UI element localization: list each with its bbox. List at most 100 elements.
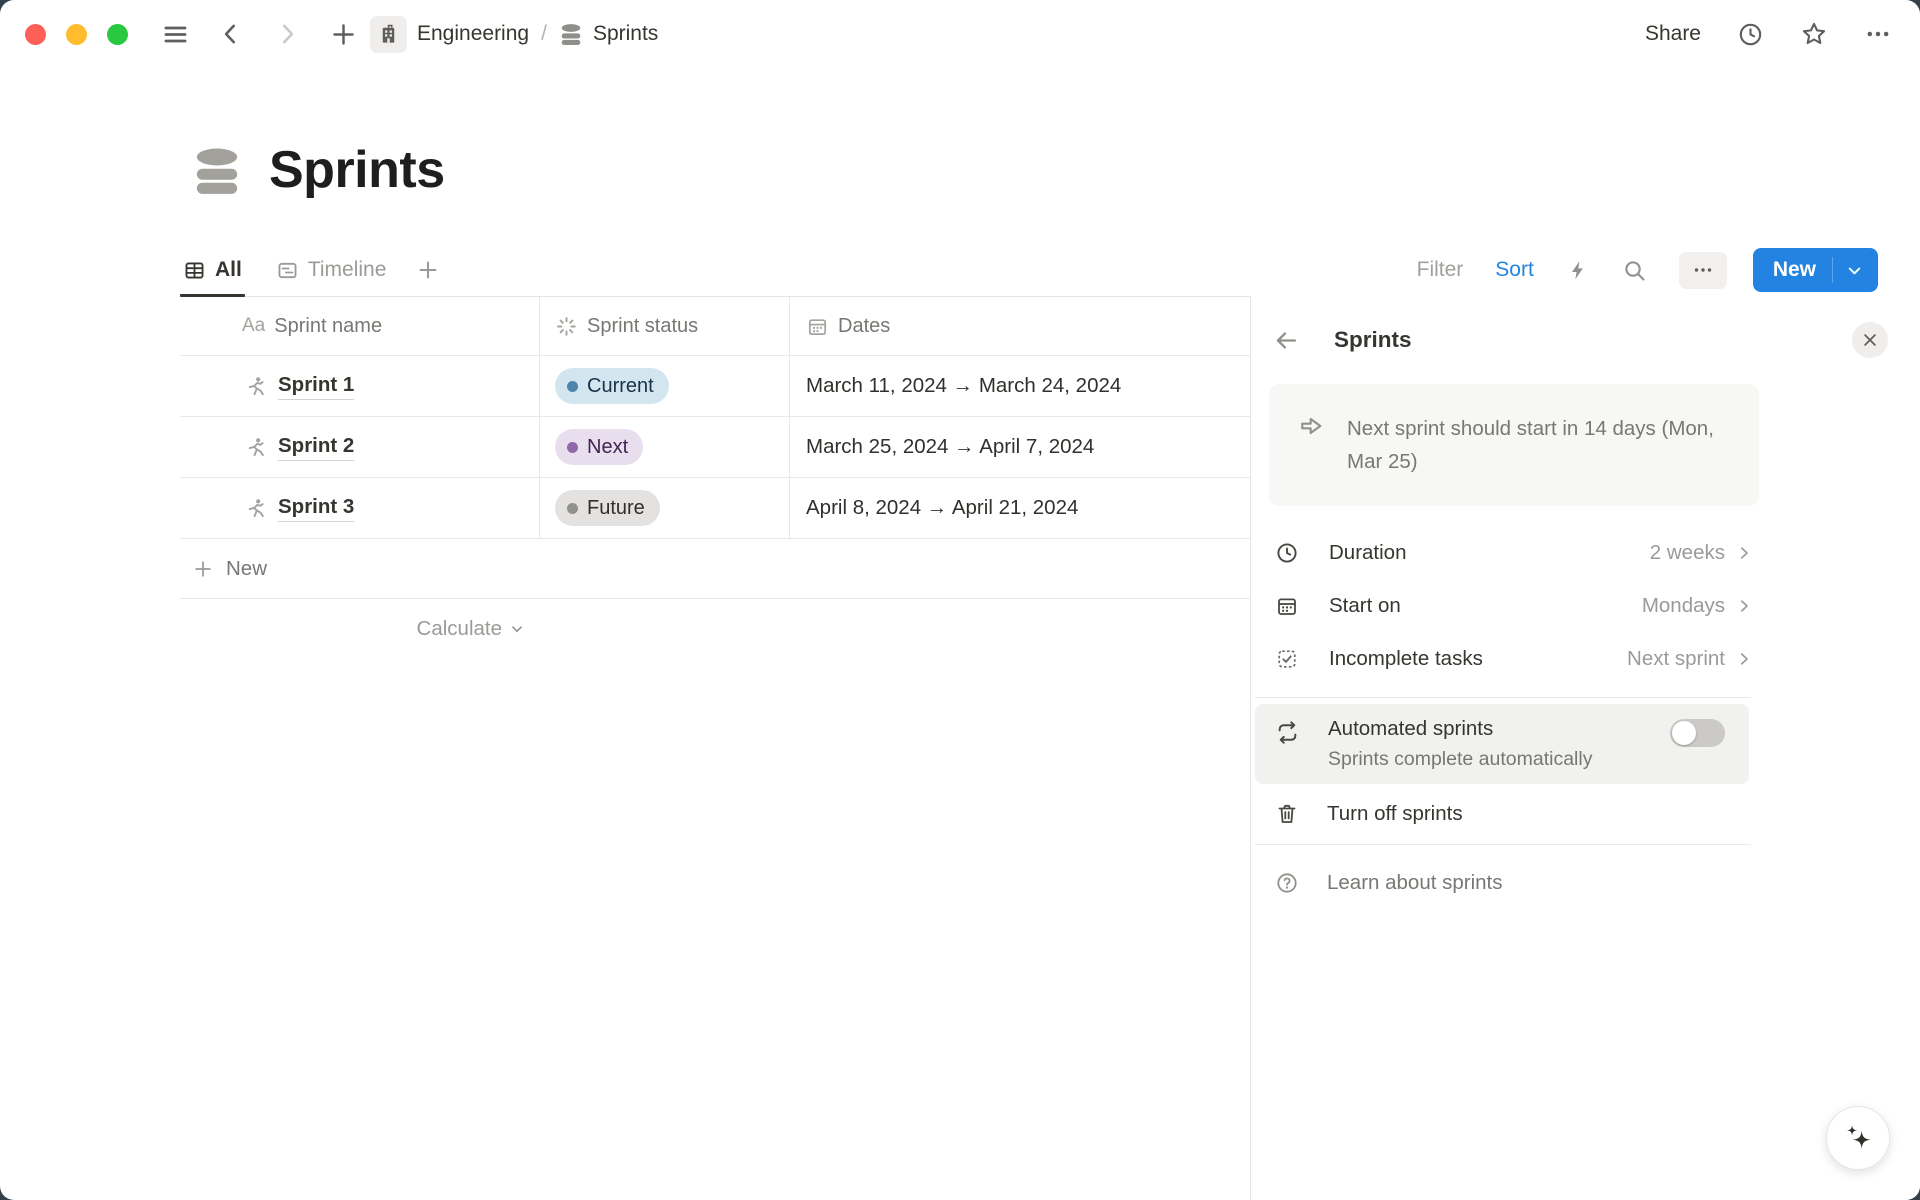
cell-sprint-name[interactable]: Sprint 3 <box>180 478 540 538</box>
notion-ai-button[interactable] <box>1826 1106 1890 1170</box>
toolbar: Engineering / Sprints Share <box>0 0 1920 68</box>
sprint-page-link[interactable]: Sprint 1 <box>278 373 354 400</box>
more-menu-button[interactable] <box>1864 20 1892 48</box>
cell-dates[interactable]: April 8, 2024 → April 21, 2024 <box>790 478 1250 538</box>
chevron-right-icon <box>274 21 300 47</box>
automated-sprints-toggle[interactable] <box>1670 719 1725 747</box>
new-button-dropdown[interactable] <box>1833 261 1878 280</box>
turn-off-sprints-button[interactable]: Turn off sprints <box>1255 784 1749 844</box>
chevron-right-icon <box>1735 544 1753 562</box>
property-incomplete-tasks[interactable]: Incomplete tasks Next sprint <box>1269 632 1763 685</box>
building-icon <box>377 23 400 46</box>
sprint-page-link[interactable]: Sprint 2 <box>278 434 354 461</box>
view-bar: All Timeline Filter Sort New <box>180 244 1878 297</box>
favorite-button[interactable] <box>1800 20 1828 48</box>
sprint-page-link[interactable]: Sprint 3 <box>278 495 354 522</box>
cell-sprint-status[interactable]: Next <box>540 417 790 477</box>
start-on-value: Mondays <box>1642 594 1725 618</box>
cell-sprint-name[interactable]: Sprint 1 <box>180 356 540 416</box>
status-property-icon <box>555 315 578 338</box>
search-icon <box>1622 258 1647 283</box>
breadcrumb-workspace[interactable]: Engineering <box>417 22 529 46</box>
cell-sprint-name[interactable]: Sprint 2 <box>180 417 540 477</box>
column-header-sprint-name[interactable]: Aa Sprint name <box>180 297 540 355</box>
new-button[interactable]: New <box>1753 248 1878 292</box>
close-window-button[interactable] <box>25 24 46 45</box>
status-dot-icon <box>567 442 578 453</box>
status-pill[interactable]: Future <box>555 490 660 526</box>
add-view-button[interactable] <box>413 244 443 296</box>
filter-button[interactable]: Filter <box>1417 258 1464 282</box>
cell-dates[interactable]: March 25, 2024 → April 7, 2024 <box>790 417 1250 477</box>
minimize-window-button[interactable] <box>66 24 87 45</box>
property-start-on[interactable]: Start on Mondays <box>1269 579 1763 632</box>
status-dot-icon <box>567 381 578 392</box>
tab-all[interactable]: All <box>180 244 245 296</box>
table-header-row: Aa Sprint name Sprint status Dates <box>180 297 1250 356</box>
table-row: Sprint 3 Future April 8, 2024 → April 21… <box>180 478 1250 539</box>
sparkles-icon <box>1842 1122 1874 1154</box>
more-icon <box>1864 20 1892 48</box>
panel-close-button[interactable] <box>1852 322 1888 358</box>
updates-button[interactable] <box>1737 21 1764 48</box>
automated-sprints-row[interactable]: Automated sprints Sprints complete autom… <box>1255 704 1749 784</box>
incomplete-tasks-value: Next sprint <box>1627 647 1725 671</box>
chevron-right-icon <box>1735 597 1753 615</box>
new-row-button[interactable]: New <box>180 539 1250 599</box>
plus-icon <box>192 558 214 580</box>
back-button[interactable] <box>214 17 248 51</box>
forward-button[interactable] <box>270 17 304 51</box>
trash-icon <box>1275 802 1299 826</box>
more-icon <box>1691 258 1715 282</box>
new-button-label: New <box>1753 258 1832 282</box>
breadcrumb-page[interactable]: Sprints <box>593 22 658 46</box>
share-button[interactable]: Share <box>1645 22 1701 46</box>
duration-value: 2 weeks <box>1650 541 1725 565</box>
divider <box>1255 697 1751 698</box>
cell-dates[interactable]: March 11, 2024 → March 24, 2024 <box>790 356 1250 416</box>
help-circle-icon <box>1275 871 1299 895</box>
column-header-sprint-status[interactable]: Sprint status <box>540 297 790 355</box>
text-property-icon: Aa <box>242 315 265 337</box>
divider <box>1255 844 1751 845</box>
automated-sprints-label: Automated sprints <box>1328 717 1592 741</box>
column-header-dates[interactable]: Dates <box>790 297 1250 355</box>
workspace-icon-chip[interactable] <box>370 16 407 53</box>
table-view-icon <box>183 259 206 282</box>
automated-sprints-subtitle: Sprints complete automatically <box>1328 748 1592 771</box>
status-pill[interactable]: Next <box>555 429 643 465</box>
search-button[interactable] <box>1622 258 1647 283</box>
tab-timeline[interactable]: Timeline <box>273 244 390 296</box>
sidebar-toggle-button[interactable] <box>158 17 192 51</box>
breadcrumb: Engineering / Sprints <box>370 16 658 53</box>
chevron-down-icon <box>508 620 526 638</box>
automations-button[interactable] <box>1566 258 1590 282</box>
clock-icon <box>1275 541 1299 565</box>
learn-about-sprints-link[interactable]: Learn about sprints <box>1255 853 1749 913</box>
property-duration[interactable]: Duration 2 weeks <box>1269 526 1763 579</box>
cell-sprint-status[interactable]: Current <box>540 356 790 416</box>
chevron-left-icon <box>218 21 244 47</box>
tab-all-label: All <box>215 258 242 282</box>
panel-title: Sprints <box>1334 327 1412 353</box>
panel-back-button[interactable] <box>1273 327 1300 354</box>
sprints-settings-panel: Sprints Next sprint should start in 14 d… <box>1250 296 1920 1200</box>
page-title[interactable]: Sprints <box>269 140 445 200</box>
dashed-checkbox-icon <box>1275 647 1299 671</box>
status-pill[interactable]: Current <box>555 368 669 404</box>
cell-sprint-status[interactable]: Future <box>540 478 790 538</box>
next-sprint-callout: Next sprint should start in 14 days (Mon… <box>1269 384 1759 506</box>
view-options-button[interactable] <box>1679 252 1727 289</box>
chevron-right-icon <box>1735 650 1753 668</box>
window-controls <box>25 24 128 45</box>
runner-icon <box>244 436 267 459</box>
sort-button[interactable]: Sort <box>1495 258 1534 282</box>
arrow-left-icon <box>1273 327 1300 354</box>
database-page-icon[interactable] <box>191 144 243 196</box>
calculate-button[interactable]: Calculate <box>180 599 540 659</box>
lightning-icon <box>1566 258 1590 282</box>
calendar-icon <box>1275 594 1299 618</box>
zoom-window-button[interactable] <box>107 24 128 45</box>
tab-timeline-label: Timeline <box>308 258 387 282</box>
new-page-button[interactable] <box>326 17 360 51</box>
